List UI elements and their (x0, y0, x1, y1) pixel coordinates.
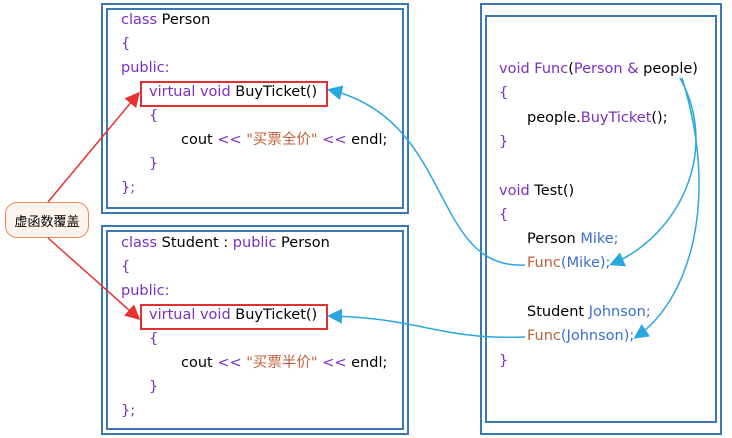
arrows-overlay (47, 77, 700, 339)
red-arrow-to-student (47, 237, 141, 320)
arrow-people-to-johnson (633, 77, 700, 339)
arrow-mike-to-person-buyticket (327, 85, 526, 266)
arrow-people-to-mike (609, 77, 697, 267)
red-arrow-to-person (47, 91, 140, 203)
arrow-johnson-to-student-buyticket (327, 308, 526, 339)
